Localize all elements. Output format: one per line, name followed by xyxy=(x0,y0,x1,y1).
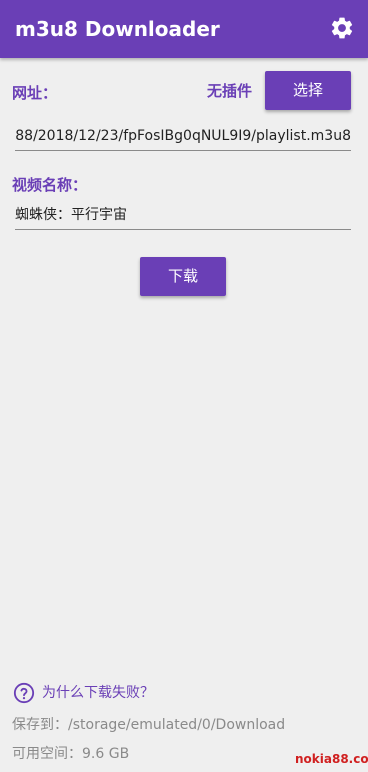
select-button[interactable]: 选择 xyxy=(265,71,351,110)
save-path-text: 保存到：/storage/emulated/0/Download xyxy=(12,717,286,733)
app-bar: m3u8 Downloader xyxy=(0,0,368,58)
free-space-text: 可用空间：9.6 GB xyxy=(12,746,130,762)
url-label: 网址： xyxy=(12,84,58,102)
watermark: nokia88.com xyxy=(295,752,368,766)
video-name-label: 视频名称： xyxy=(12,176,88,194)
download-button[interactable]: 下载 xyxy=(140,257,226,296)
app-title: m3u8 Downloader xyxy=(15,17,220,41)
video-name-input[interactable]: 蜘蛛侠：平行宇宙 xyxy=(15,203,351,230)
plugin-status: 无插件 xyxy=(207,82,253,100)
help-link-text: 为什么下载失败？ xyxy=(42,685,154,701)
question-circle-icon xyxy=(13,682,35,704)
url-input[interactable]: :88/2018/12/23/fpFosIBg0qNUL9I9/playlist… xyxy=(15,124,351,151)
gear-icon[interactable] xyxy=(329,15,355,41)
url-input-value: :88/2018/12/23/fpFosIBg0qNUL9I9/playlist… xyxy=(15,128,351,144)
